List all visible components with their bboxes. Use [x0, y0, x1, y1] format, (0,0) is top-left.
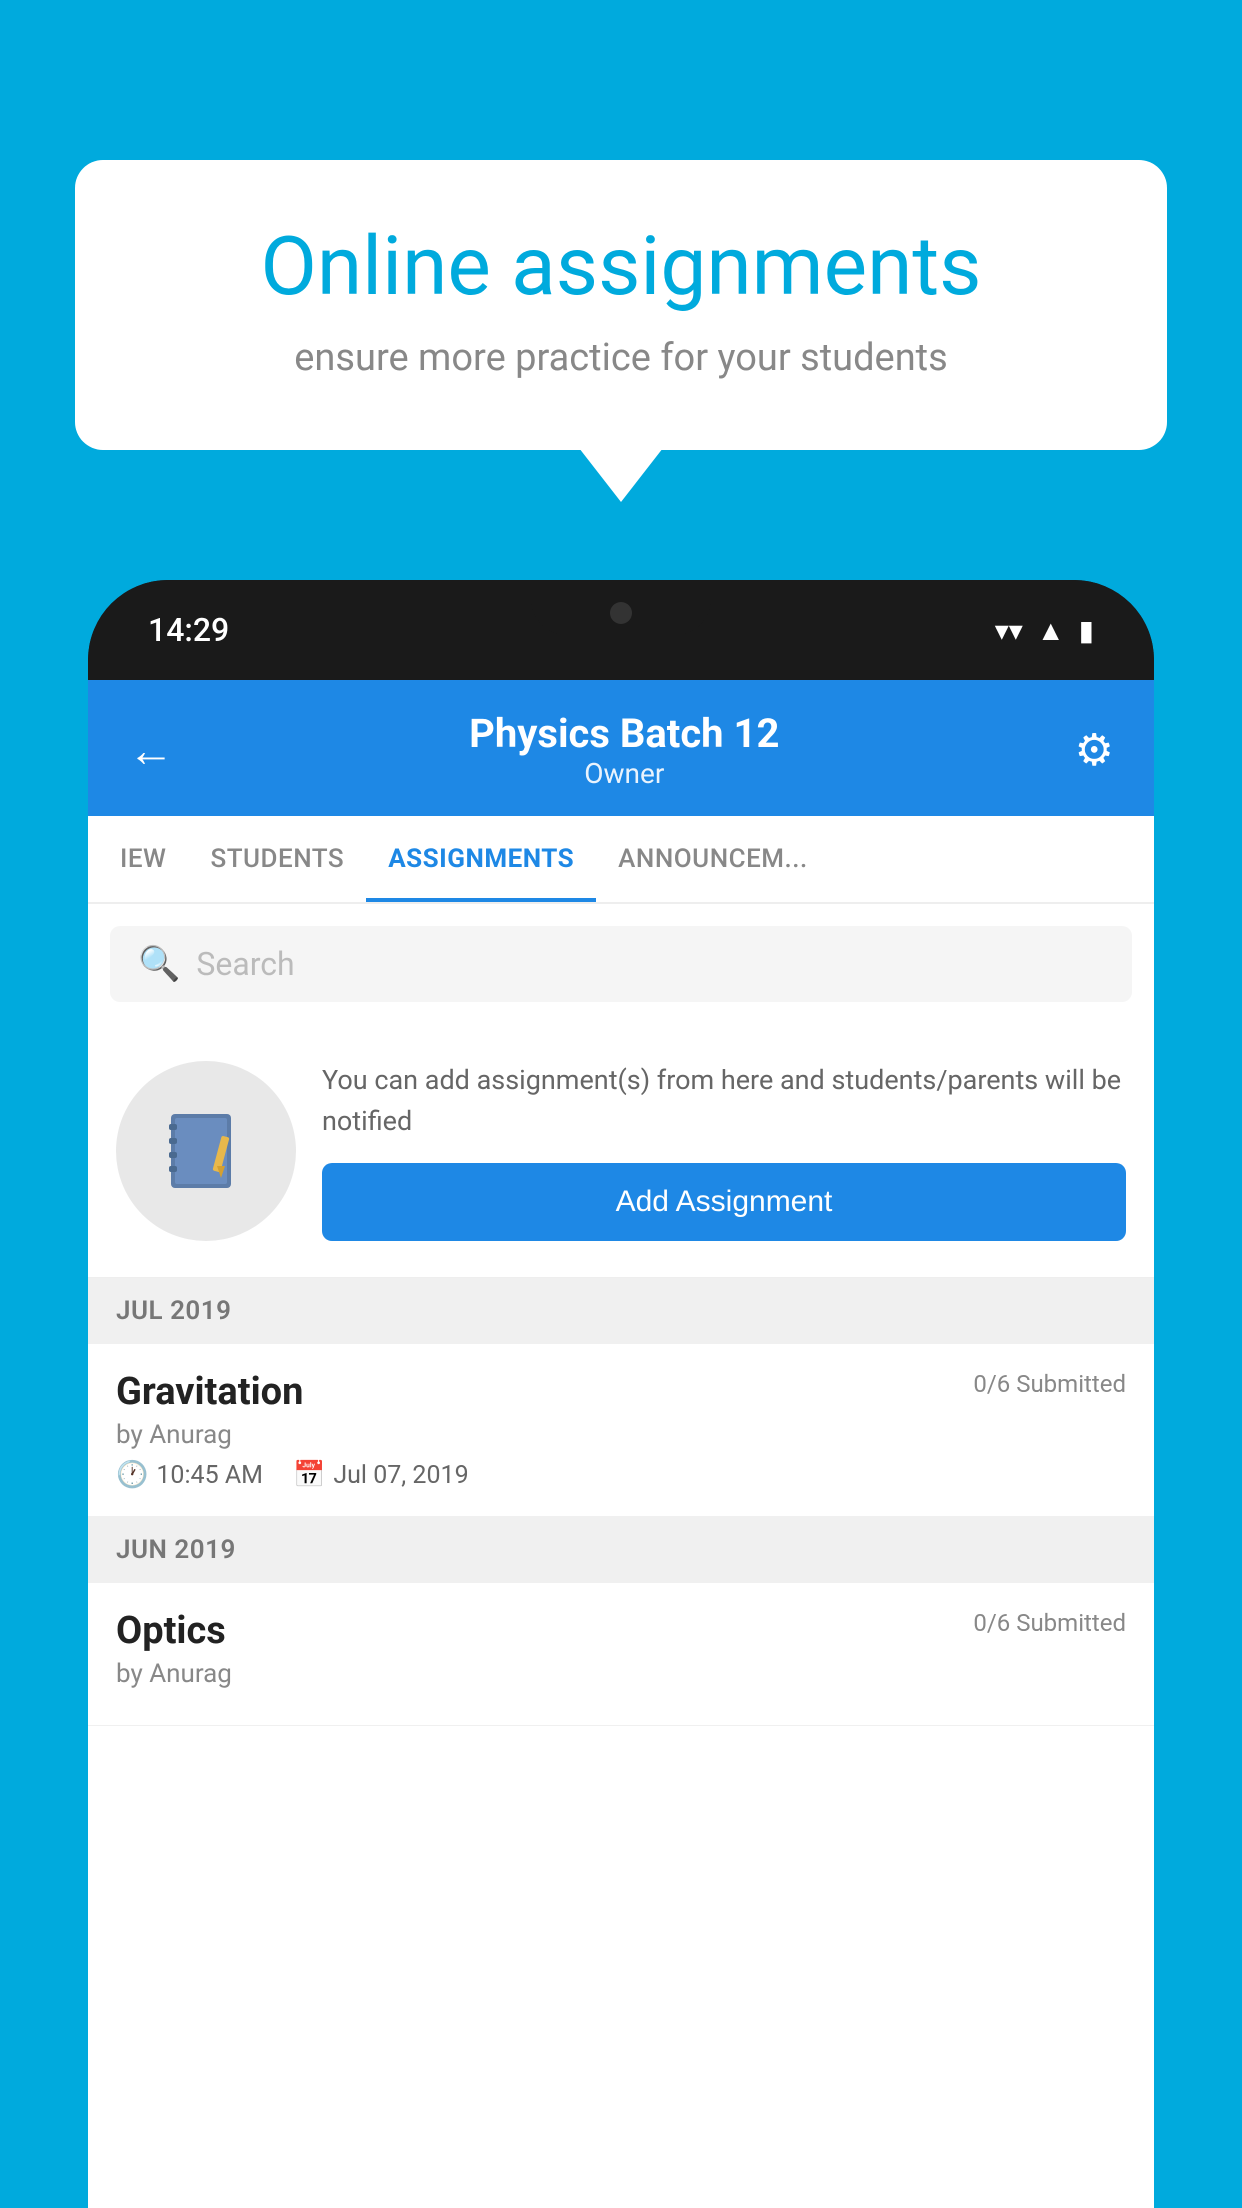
assignment-meta-gravitation: 🕐 10:45 AM 📅 Jul 07, 2019 — [116, 1460, 1126, 1490]
tab-assignments[interactable]: ASSIGNMENTS — [366, 816, 596, 902]
assignment-by-optics: by Anurag — [116, 1659, 1126, 1689]
back-button[interactable]: ← — [128, 723, 174, 778]
speech-bubble-container: Online assignments ensure more practice … — [75, 160, 1167, 450]
search-icon: 🔍 — [138, 944, 180, 984]
month-header-jul: JUL 2019 — [88, 1278, 1154, 1344]
assignment-top: Gravitation 0/6 Submitted — [116, 1370, 1126, 1414]
notch — [531, 580, 711, 635]
add-assignment-button[interactable]: Add Assignment — [322, 1163, 1126, 1241]
phone-frame: 14:29 ▾▾ ▲ ▮ ← Physics Batch 12 Owner ⚙ — [88, 580, 1154, 2208]
assignment-item-optics[interactable]: Optics 0/6 Submitted by Anurag — [88, 1583, 1154, 1726]
tab-announcements[interactable]: ANNOUNCEM... — [596, 816, 830, 902]
status-bar: 14:29 ▾▾ ▲ ▮ — [88, 580, 1154, 680]
tabs-bar: IEW STUDENTS ASSIGNMENTS ANNOUNCEM... — [88, 816, 1154, 904]
app-header: ← Physics Batch 12 Owner ⚙ — [88, 680, 1154, 816]
assignment-submitted-optics: 0/6 Submitted — [973, 1609, 1126, 1637]
assignment-date: 📅 Jul 07, 2019 — [293, 1460, 469, 1490]
header-title: Physics Batch 12 — [469, 710, 779, 757]
tab-iew[interactable]: IEW — [98, 816, 188, 902]
battery-icon: ▮ — [1079, 614, 1094, 647]
assignment-top-optics: Optics 0/6 Submitted — [116, 1609, 1126, 1653]
assignment-submitted-gravitation: 0/6 Submitted — [973, 1370, 1126, 1398]
notch-camera — [610, 602, 632, 624]
assignment-time-value: 10:45 AM — [156, 1461, 263, 1490]
wifi-icon: ▾▾ — [995, 614, 1023, 647]
assignment-name-gravitation: Gravitation — [116, 1370, 303, 1414]
assignment-by-gravitation: by Anurag — [116, 1420, 1126, 1450]
notebook-icon — [161, 1106, 251, 1196]
header-center: Physics Batch 12 Owner — [469, 710, 779, 790]
bubble-title: Online assignments — [145, 220, 1097, 314]
assignment-time: 🕐 10:45 AM — [116, 1460, 263, 1490]
promo-content: You can add assignment(s) from here and … — [322, 1060, 1126, 1241]
clock-icon: 🕐 — [116, 1460, 148, 1490]
assignment-date-value: Jul 07, 2019 — [333, 1461, 468, 1490]
status-icons: ▾▾ ▲ ▮ — [995, 614, 1094, 647]
promo-description: You can add assignment(s) from here and … — [322, 1060, 1126, 1141]
bubble-subtitle: ensure more practice for your students — [145, 336, 1097, 380]
search-bar[interactable]: 🔍 Search — [110, 926, 1132, 1002]
tab-students[interactable]: STUDENTS — [188, 816, 366, 902]
search-placeholder: Search — [196, 945, 294, 983]
search-container: 🔍 Search — [88, 904, 1154, 1024]
assignment-item-gravitation[interactable]: Gravitation 0/6 Submitted by Anurag 🕐 10… — [88, 1344, 1154, 1517]
header-subtitle: Owner — [469, 757, 779, 790]
promo-icon-circle — [116, 1061, 296, 1241]
month-header-jun: JUN 2019 — [88, 1517, 1154, 1583]
assignment-name-optics: Optics — [116, 1609, 226, 1653]
signal-icon: ▲ — [1037, 614, 1065, 647]
app-screen: ← Physics Batch 12 Owner ⚙ IEW STUDENTS … — [88, 680, 1154, 2208]
settings-icon[interactable]: ⚙ — [1075, 724, 1114, 776]
calendar-icon: 📅 — [293, 1460, 325, 1490]
status-time: 14:29 — [148, 611, 229, 649]
speech-bubble: Online assignments ensure more practice … — [75, 160, 1167, 450]
promo-section: You can add assignment(s) from here and … — [88, 1024, 1154, 1278]
